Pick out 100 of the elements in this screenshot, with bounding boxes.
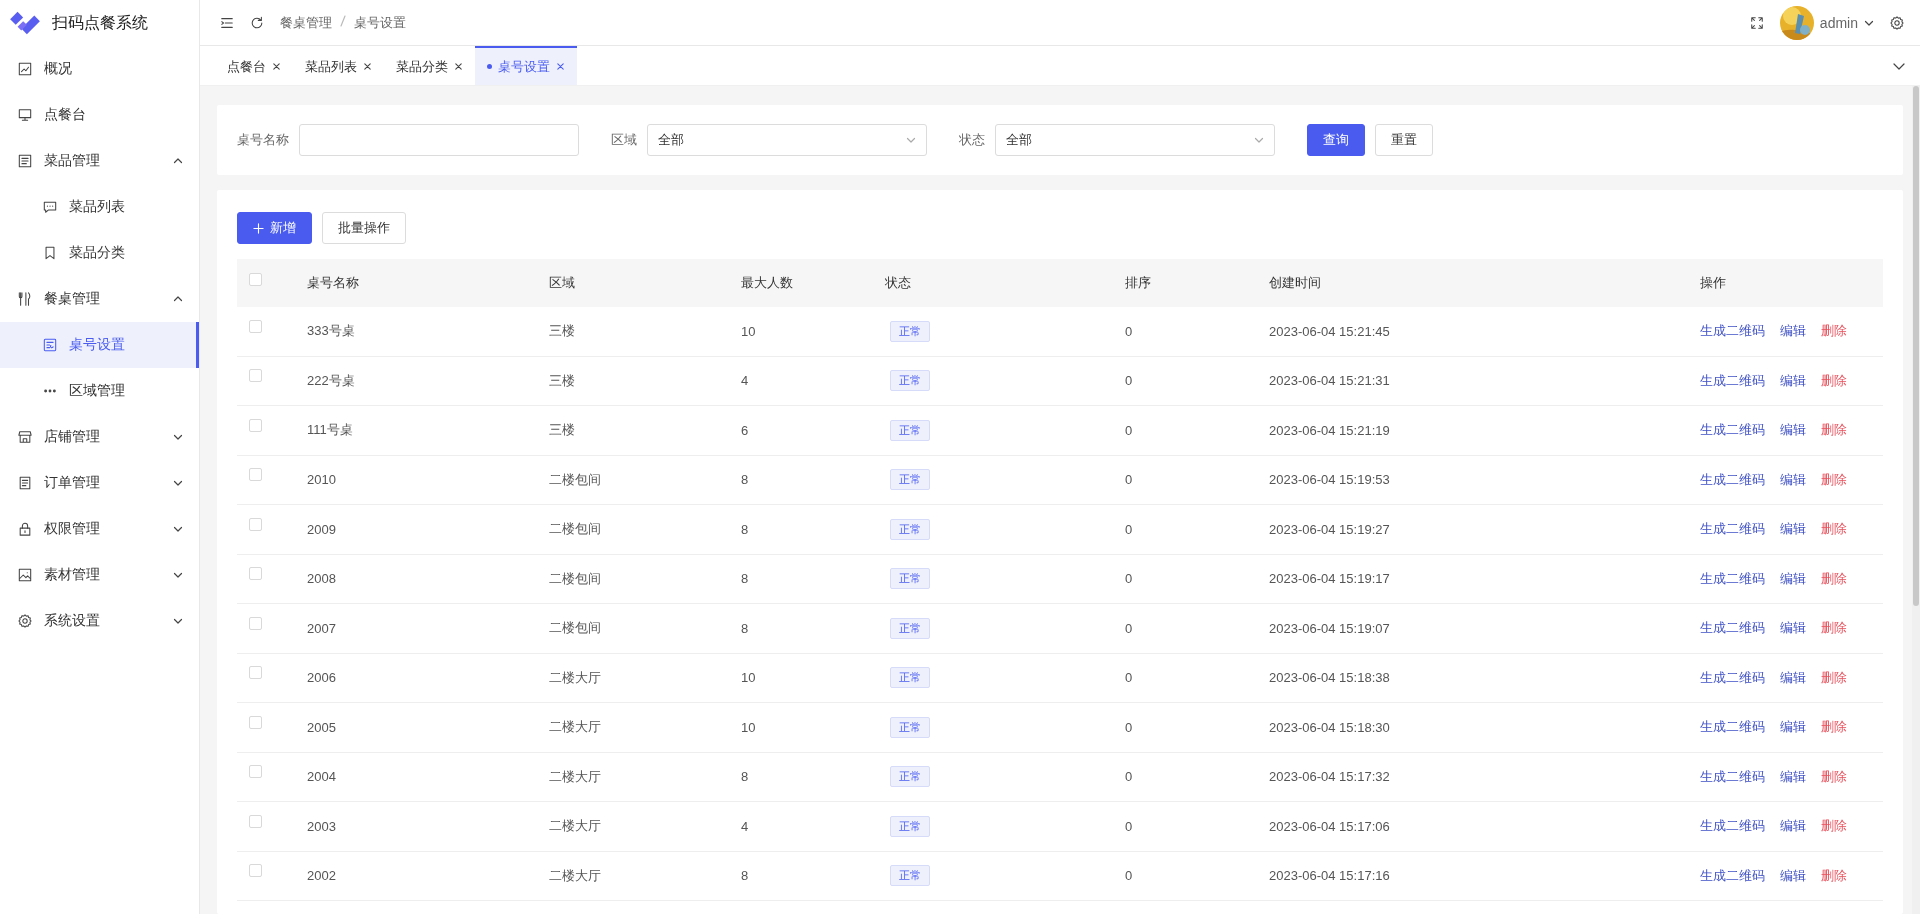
checkbox[interactable] xyxy=(249,765,262,779)
delete-link[interactable]: 删除 xyxy=(1821,866,1847,885)
checkbox[interactable] xyxy=(249,468,262,482)
tab[interactable]: 桌号设置 xyxy=(475,46,577,85)
action-link[interactable]: 生成二维码 xyxy=(1700,520,1765,539)
tab[interactable]: 点餐台 xyxy=(215,46,293,85)
close-icon xyxy=(272,62,281,71)
menu-item[interactable]: 素材管理 xyxy=(0,552,199,598)
checkbox[interactable] xyxy=(249,715,262,729)
select-field[interactable]: 全部 xyxy=(647,124,927,156)
menu-item[interactable]: 订单管理 xyxy=(0,460,199,506)
action-link[interactable]: 编辑 xyxy=(1780,866,1806,885)
field-label: 状态 xyxy=(959,131,985,149)
action-link[interactable]: 编辑 xyxy=(1780,668,1806,687)
checkbox[interactable] xyxy=(249,272,262,286)
action-link[interactable]: 编辑 xyxy=(1780,371,1806,390)
checkbox[interactable] xyxy=(249,319,262,333)
close-icon xyxy=(454,62,463,71)
bookmark-icon xyxy=(43,246,57,260)
scrollbar[interactable] xyxy=(1912,86,1920,914)
delete-link[interactable]: 删除 xyxy=(1821,619,1847,638)
table-cell: 2004 xyxy=(307,769,336,785)
table-cell: 0 xyxy=(1125,323,1133,339)
checkbox[interactable] xyxy=(249,814,262,828)
table-cell: 0 xyxy=(1125,670,1133,686)
menu-item[interactable]: 点餐台 xyxy=(0,92,199,138)
tab[interactable]: 菜品列表 xyxy=(293,46,384,85)
menu-item[interactable]: 菜品列表 xyxy=(0,184,199,230)
user-name[interactable]: admin xyxy=(1819,14,1858,31)
action-link[interactable]: 生成二维码 xyxy=(1700,619,1765,638)
delete-link[interactable]: 删除 xyxy=(1821,569,1847,588)
delete-link[interactable]: 删除 xyxy=(1821,520,1847,539)
action-link[interactable]: 编辑 xyxy=(1780,767,1806,786)
action-link[interactable]: 生成二维码 xyxy=(1700,668,1765,687)
action-link[interactable]: 生成二维码 xyxy=(1700,421,1765,440)
chevron-down-icon xyxy=(1254,135,1264,145)
batch-button[interactable]: 批量操作 xyxy=(322,212,406,244)
query-button[interactable]: 查询 xyxy=(1307,124,1365,156)
breadcrumb-item[interactable]: 餐桌管理 xyxy=(280,13,332,32)
table-cell: 0 xyxy=(1125,521,1133,537)
status-tag: 正常 xyxy=(890,568,930,590)
action-link[interactable]: 编辑 xyxy=(1780,569,1806,588)
menu-item[interactable]: 系统设置 xyxy=(0,598,199,644)
reset-button[interactable]: 重置 xyxy=(1375,124,1433,156)
action-link[interactable]: 生成二维码 xyxy=(1700,817,1765,836)
checkbox[interactable] xyxy=(249,567,262,581)
input-field[interactable] xyxy=(299,124,579,156)
breadcrumb-item[interactable]: 桌号设置 xyxy=(354,13,406,32)
table-cell: 二楼大厅 xyxy=(549,817,601,836)
checkbox[interactable] xyxy=(249,864,262,878)
menu-item[interactable]: 区域管理 xyxy=(0,368,199,414)
status-tag: 正常 xyxy=(890,518,930,540)
delete-link[interactable]: 删除 xyxy=(1821,668,1847,687)
action-link[interactable]: 生成二维码 xyxy=(1700,371,1765,390)
table-cell: 2005 xyxy=(307,719,336,735)
delete-link[interactable]: 删除 xyxy=(1821,817,1847,836)
tab[interactable]: 菜品分类 xyxy=(384,46,475,85)
menu-item[interactable]: 店铺管理 xyxy=(0,414,199,460)
action-link[interactable]: 编辑 xyxy=(1780,817,1806,836)
action-link[interactable]: 生成二维码 xyxy=(1700,569,1765,588)
action-link[interactable]: 生成二维码 xyxy=(1700,470,1765,489)
table-cell: 2002 xyxy=(307,868,336,884)
status-tag: 正常 xyxy=(890,716,930,738)
action-link[interactable]: 编辑 xyxy=(1780,718,1806,737)
select-field[interactable]: 全部 xyxy=(995,124,1275,156)
checkbox[interactable] xyxy=(249,666,262,680)
table-cell: 0 xyxy=(1125,373,1133,389)
checkbox[interactable] xyxy=(249,369,262,383)
action-link[interactable]: 编辑 xyxy=(1780,322,1806,341)
action-link[interactable]: 生成二维码 xyxy=(1700,322,1765,341)
checkbox[interactable] xyxy=(249,616,262,630)
delete-link[interactable]: 删除 xyxy=(1821,470,1847,489)
action-link[interactable]: 生成二维码 xyxy=(1700,767,1765,786)
action-link[interactable]: 生成二维码 xyxy=(1700,718,1765,737)
table-cell: 三楼 xyxy=(549,322,575,341)
checkbox[interactable] xyxy=(249,418,262,432)
menu-item[interactable]: 概况 xyxy=(0,46,199,92)
menu-item[interactable]: 餐桌管理 xyxy=(0,276,199,322)
menu-item[interactable]: 菜品分类 xyxy=(0,230,199,276)
menu-item[interactable]: 菜品管理 xyxy=(0,138,199,184)
action-link[interactable]: 编辑 xyxy=(1780,421,1806,440)
table-cell: 111号桌 xyxy=(307,421,353,440)
table-cell: 2006 xyxy=(307,670,336,686)
column-header: 桌号名称 xyxy=(307,274,359,292)
delete-link[interactable]: 删除 xyxy=(1821,421,1847,440)
add-button[interactable]: 新增 xyxy=(237,212,312,244)
status-tag: 正常 xyxy=(890,320,930,342)
delete-link[interactable]: 删除 xyxy=(1821,718,1847,737)
action-link[interactable]: 编辑 xyxy=(1780,619,1806,638)
menu-item[interactable]: 桌号设置 xyxy=(0,322,199,368)
delete-link[interactable]: 删除 xyxy=(1821,322,1847,341)
close-icon xyxy=(363,62,372,71)
action-link[interactable]: 编辑 xyxy=(1780,520,1806,539)
action-link[interactable]: 编辑 xyxy=(1780,470,1806,489)
action-link[interactable]: 生成二维码 xyxy=(1700,866,1765,885)
table-cell: 333号桌 xyxy=(307,322,355,341)
delete-link[interactable]: 删除 xyxy=(1821,767,1847,786)
checkbox[interactable] xyxy=(249,517,262,531)
menu-item[interactable]: 权限管理 xyxy=(0,506,199,552)
delete-link[interactable]: 删除 xyxy=(1821,371,1847,390)
